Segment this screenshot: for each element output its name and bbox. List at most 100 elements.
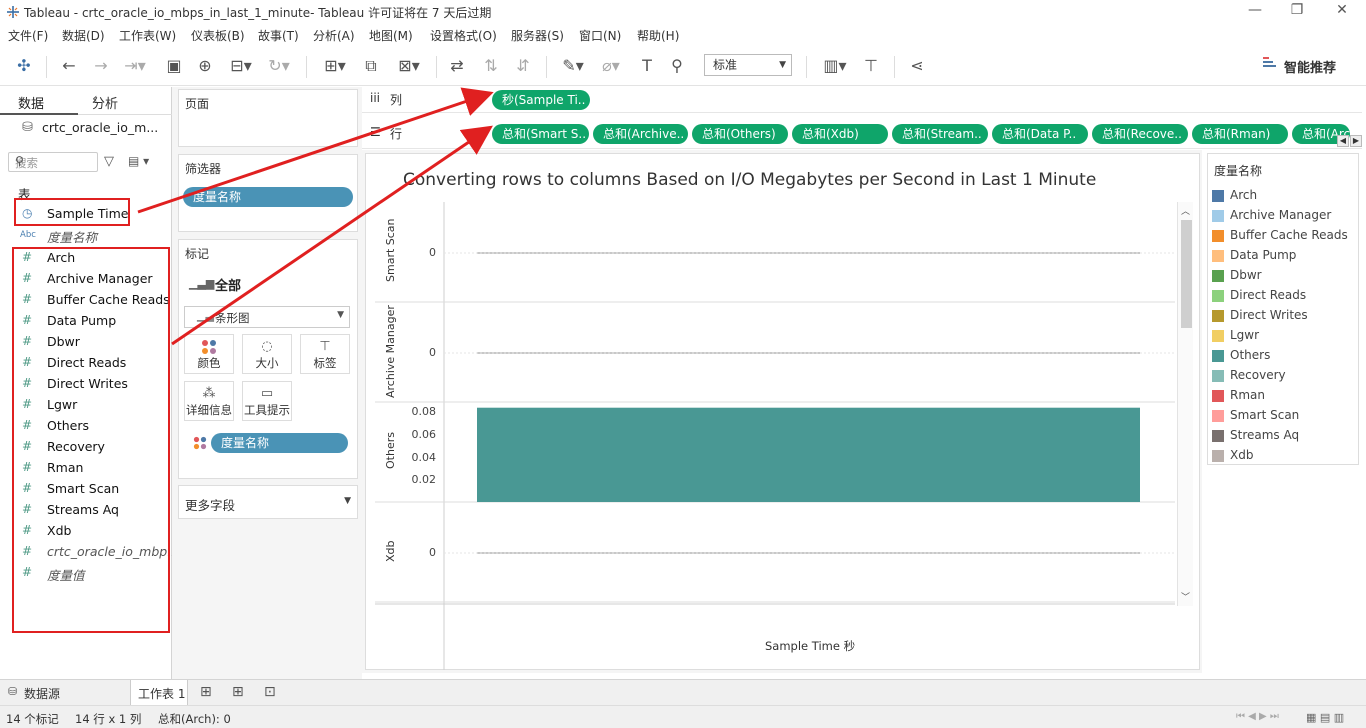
menu-server[interactable]: 服务器(S) <box>511 27 564 44</box>
save-icon[interactable]: ▣ <box>164 56 184 76</box>
menu-dashboard[interactable]: 仪表板(B) <box>191 27 245 44</box>
show-cards-icon[interactable]: ▥▾ <box>818 56 852 76</box>
scroll-left-icon[interactable]: ◀ <box>1337 135 1349 147</box>
legend-item[interactable]: Arch <box>1212 187 1357 205</box>
pause-updates-icon[interactable]: ⊟▾ <box>226 56 256 76</box>
view-mode-icons[interactable]: ▦ ▤ ▥ <box>1306 711 1344 724</box>
menu-file[interactable]: 文件(F) <box>8 27 48 44</box>
filter-pill[interactable]: 度量名称 <box>183 187 353 207</box>
new-worksheet-icon[interactable]: ⊞ <box>200 684 212 700</box>
swap-rows-columns-icon[interactable]: ⇄ <box>446 56 468 76</box>
legend-item[interactable]: Data Pump <box>1212 247 1357 265</box>
menu-story[interactable]: 故事(T) <box>258 27 299 44</box>
duplicate-sheet-icon[interactable]: ⧉ <box>360 56 382 76</box>
field-measure-names[interactable]: Abc 度量名称 <box>0 225 170 246</box>
row-pill[interactable]: 总和(Xdb) <box>792 124 888 144</box>
size-button[interactable]: ◌ 大小 <box>242 334 292 374</box>
group-members-icon[interactable]: ⌀▾ <box>596 56 626 76</box>
columns-shelf[interactable]: iii 列 秒(Sample Ti.. <box>362 87 1362 113</box>
refresh-icon[interactable]: ↻▾ <box>264 56 294 76</box>
mark-type-select[interactable]: ▁▃ 条形图 ▼ <box>184 306 350 328</box>
chevron-down-icon: ▼ <box>779 60 786 70</box>
minimize-button[interactable]: — <box>1240 2 1270 22</box>
scrollbar-thumb[interactable] <box>1181 220 1192 328</box>
more-fields-card[interactable]: 更多字段 ▼ <box>178 485 358 519</box>
sheet-tab-active[interactable]: 工作表 1 <box>130 680 188 706</box>
detail-button[interactable]: ⁂ 详细信息 <box>184 381 234 421</box>
datasource-name[interactable]: crtc_oracle_io_m... <box>42 120 158 135</box>
legend-item[interactable]: Direct Writes <box>1212 307 1357 325</box>
new-worksheet-icon[interactable]: ⊞▾ <box>318 56 352 76</box>
sort-ascending-icon[interactable]: ⇅ <box>480 56 502 76</box>
sheet-nav-icons[interactable]: ⏮ ◀ ▶ ⏭ <box>1236 711 1279 722</box>
legend-swatch <box>1212 290 1224 302</box>
menu-data[interactable]: 数据(D) <box>62 27 105 44</box>
color-pill[interactable]: 度量名称 <box>211 433 348 453</box>
chart-vertical-scrollbar[interactable]: ︿ ﹀ <box>1177 202 1193 606</box>
new-datasource-icon[interactable]: ⊕ <box>194 56 216 76</box>
columns-shelf-label: 列 <box>390 93 403 107</box>
filter-icon[interactable]: ▽ <box>104 154 114 169</box>
search-input[interactable]: 搜索 ⚲ <box>8 152 98 172</box>
row-pill[interactable]: 总和(Smart S.. <box>492 124 589 144</box>
legend-swatch <box>1212 270 1224 282</box>
close-button[interactable]: ✕ <box>1327 2 1357 22</box>
new-dashboard-icon[interactable]: ⊞ <box>232 684 244 700</box>
scroll-up-icon[interactable]: ︿ <box>1181 204 1190 217</box>
scroll-down-icon[interactable]: ﹀ <box>1181 590 1190 603</box>
legend-item[interactable]: Rman <box>1212 387 1357 405</box>
row-pill[interactable]: 总和(Data P.. <box>992 124 1088 144</box>
show-mark-labels-icon[interactable]: T <box>636 56 658 76</box>
legend-item[interactable]: Xdb <box>1212 447 1357 465</box>
datasource-tab[interactable]: 数据源 <box>24 685 60 702</box>
clear-sheet-icon[interactable]: ⊠▾ <box>392 56 426 76</box>
fix-axes-icon[interactable]: ⚲ <box>666 56 688 76</box>
legend-label: Rman <box>1230 388 1265 402</box>
sort-descending-icon[interactable]: ⇵ <box>512 56 534 76</box>
menu-map[interactable]: 地图(M) <box>369 27 413 44</box>
smart-recommend-button[interactable]: 智能推荐 <box>1284 57 1336 76</box>
row-pill[interactable]: 总和(Others) <box>692 124 788 144</box>
collapse-pane-icon[interactable]: ‹ <box>92 91 166 107</box>
tooltip-button[interactable]: ▭ 工具提示 <box>242 381 292 421</box>
restore-button[interactable]: ❐ <box>1282 2 1312 22</box>
row-pill[interactable]: 总和(Archive.. <box>593 124 688 144</box>
presentation-mode-icon[interactable]: ⊤ <box>860 56 882 76</box>
row-pill[interactable]: 总和(Rman) <box>1192 124 1288 144</box>
legend-item[interactable]: Smart Scan <box>1212 407 1357 425</box>
row-pill[interactable]: 总和(Recove.. <box>1092 124 1188 144</box>
menu-analysis[interactable]: 分析(A) <box>313 27 355 44</box>
tableau-home-icon[interactable]: ✣ <box>14 56 34 76</box>
legend-item[interactable]: Archive Manager <box>1212 207 1357 225</box>
column-pill[interactable]: 秒(Sample Ti.. <box>492 90 590 110</box>
tab-data[interactable]: 数据 <box>0 87 78 115</box>
fit-select[interactable]: 标准 ▼ <box>704 54 792 76</box>
label-button[interactable]: ⊤ 标签 <box>300 334 350 374</box>
y-tick: 0.06 <box>411 428 437 441</box>
color-button[interactable]: 颜色 <box>184 334 234 374</box>
rows-shelf[interactable]: ☰ 行 总和(Smart S.. 总和(Archive.. 总和(Others)… <box>362 121 1362 149</box>
legend-item[interactable]: Lgwr <box>1212 327 1357 345</box>
menu-format[interactable]: 设置格式(O) <box>430 27 497 44</box>
menu-help[interactable]: 帮助(H) <box>637 27 679 44</box>
legend-item[interactable]: Dbwr <box>1212 267 1357 285</box>
tab-analysis[interactable]: 分析 ‹ <box>78 87 172 115</box>
undo-icon[interactable]: ← <box>58 56 80 76</box>
legend-item[interactable]: Buffer Cache Reads <box>1212 227 1357 245</box>
legend-item[interactable]: Others <box>1212 347 1357 365</box>
legend-item[interactable]: Recovery <box>1212 367 1357 385</box>
highlight-icon[interactable]: ✎▾ <box>558 56 588 76</box>
legend-item[interactable]: Streams Aq <box>1212 427 1357 445</box>
menu-worksheet[interactable]: 工作表(W) <box>119 27 176 44</box>
row-pill[interactable]: 总和(Stream.. <box>892 124 988 144</box>
scroll-right-icon[interactable]: ▶ <box>1350 135 1362 147</box>
menu-window[interactable]: 窗口(N) <box>579 27 621 44</box>
redo-icon[interactable]: → <box>90 56 112 76</box>
legend-item[interactable]: Direct Reads <box>1212 287 1357 305</box>
share-icon[interactable]: ⋖ <box>906 56 928 76</box>
filters-card[interactable]: 筛选器 度量名称 <box>178 154 358 232</box>
view-options-icon[interactable]: ▤ ▾ <box>128 154 149 168</box>
pages-card[interactable]: 页面 <box>178 89 358 147</box>
replay-icon[interactable]: ⇥▾ <box>120 56 150 76</box>
new-story-icon[interactable]: ⊡ <box>264 684 276 700</box>
